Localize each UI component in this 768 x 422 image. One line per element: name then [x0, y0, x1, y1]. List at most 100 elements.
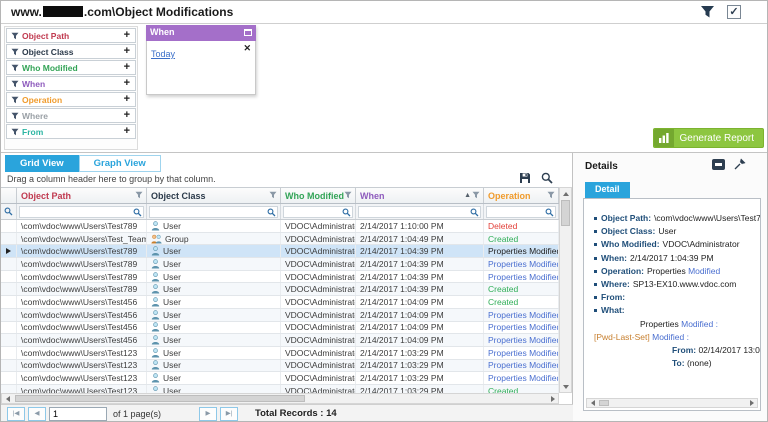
- details-horizontal-scrollbar[interactable]: [586, 398, 758, 408]
- table-row[interactable]: \com\vdoc\www\Users\Test789UserVDOC\Admi…: [1, 245, 559, 258]
- column-header-operation[interactable]: Operation: [484, 188, 559, 203]
- filter-item-operation[interactable]: Operation+: [6, 92, 136, 107]
- cell-when: 2/14/2017 1:03:29 PM: [356, 385, 484, 393]
- cell-object-path: \com\vdoc\www\Users\Test789: [17, 283, 147, 295]
- scroll-right-icon[interactable]: [746, 397, 757, 408]
- bullet-icon: [594, 296, 597, 299]
- first-page-button[interactable]: |◀: [7, 407, 25, 421]
- add-filter-button[interactable]: +: [124, 29, 130, 42]
- filter-item-when[interactable]: When +: [6, 76, 136, 91]
- scroll-left-icon[interactable]: [587, 397, 598, 408]
- scroll-up-icon[interactable]: [560, 188, 571, 199]
- search-icon[interactable]: [541, 172, 553, 184]
- column-filter-input[interactable]: [358, 206, 481, 218]
- add-filter-button[interactable]: +: [124, 77, 130, 90]
- detail-content: Object Path:\com\vdoc\www\Users\Test789O…: [583, 198, 761, 411]
- scroll-down-icon[interactable]: [560, 381, 571, 392]
- add-filter-button[interactable]: +: [124, 93, 130, 106]
- search-icon: [470, 208, 479, 217]
- bullet-icon: [594, 270, 597, 273]
- column-filter-input[interactable]: [486, 206, 556, 218]
- table-row[interactable]: \com\vdoc\www\Users\Test789UserVDOC\Admi…: [1, 220, 559, 233]
- cell-who-modified: VDOC\Administrator: [281, 296, 356, 308]
- table-row[interactable]: \com\vdoc\www\Users\Test456UserVDOC\Admi…: [1, 334, 559, 347]
- grid-vertical-scrollbar[interactable]: [559, 187, 572, 393]
- table-row[interactable]: \com\vdoc\www\Users\Test789UserVDOC\Admi…: [1, 271, 559, 284]
- cell-object-class: User: [147, 334, 281, 346]
- filter-item-from[interactable]: From+: [6, 124, 136, 139]
- page-input[interactable]: [49, 407, 107, 421]
- table-row[interactable]: \com\vdoc\www\Users\Test123UserVDOC\Admi…: [1, 347, 559, 360]
- page-title: www..com\Object Modifications: [11, 5, 233, 19]
- cell-object-path: \com\vdoc\www\Users\Test_Team: [17, 233, 147, 245]
- when-value-link[interactable]: Today: [151, 49, 175, 59]
- select-all-checkbox[interactable]: ✓: [727, 5, 741, 19]
- minimize-icon[interactable]: [712, 159, 725, 170]
- column-filter-input[interactable]: [19, 206, 144, 218]
- tab-detail[interactable]: Detail: [585, 182, 630, 198]
- column-header-object-path[interactable]: Object Path: [17, 188, 147, 203]
- table-row[interactable]: \com\vdoc\www\Users\Test123UserVDOC\Admi…: [1, 360, 559, 373]
- row-selector-cell: [1, 360, 17, 372]
- filter-item-label: Object Class: [22, 47, 74, 57]
- cell-object-class: User: [147, 372, 281, 384]
- generate-report-label: Generate Report: [680, 133, 755, 144]
- filter-icon[interactable]: [700, 5, 715, 19]
- table-row[interactable]: \com\vdoc\www\Users\Test789UserVDOC\Admi…: [1, 258, 559, 271]
- add-filter-button[interactable]: +: [124, 109, 130, 122]
- table-row[interactable]: \com\vdoc\www\Users\Test789UserVDOC\Admi…: [1, 283, 559, 296]
- detail-fields: Object Path:\com\vdoc\www\Users\Test789O…: [594, 212, 754, 318]
- add-filter-button[interactable]: +: [124, 45, 130, 58]
- cell-object-path: \com\vdoc\www\Users\Test123: [17, 347, 147, 359]
- remove-filter-icon[interactable]: ✕: [243, 43, 251, 54]
- generate-report-button[interactable]: Generate Report: [653, 128, 765, 148]
- filter-item-where[interactable]: Where+: [6, 108, 136, 123]
- scroll-right-icon[interactable]: [547, 393, 558, 404]
- cell-object-path: \com\vdoc\www\Users\Test456: [17, 322, 147, 334]
- next-page-button[interactable]: ▶: [199, 407, 217, 421]
- column-header-who-modified[interactable]: Who Modified: [281, 188, 356, 203]
- detail-what-lines: Properties Modified :[Pwd-Last-Set] Modi…: [594, 318, 754, 371]
- bullet-icon: [594, 257, 597, 260]
- pin-icon[interactable]: [733, 157, 747, 171]
- last-page-button[interactable]: ▶|: [220, 407, 238, 421]
- table-row[interactable]: \com\vdoc\www\Users\Test456UserVDOC\Admi…: [1, 296, 559, 309]
- filter-item-object-path[interactable]: Object Path+: [6, 28, 136, 43]
- table-row[interactable]: \com\vdoc\www\Users\Test456UserVDOC\Admi…: [1, 309, 559, 322]
- table-row[interactable]: \com\vdoc\www\Users\Test123UserVDOC\Admi…: [1, 385, 559, 393]
- cell-operation: Properties Modified: [484, 245, 559, 257]
- cell-when: 2/14/2017 1:04:09 PM: [356, 334, 484, 346]
- scrollbar-thumb[interactable]: [561, 200, 570, 226]
- column-header-when[interactable]: When▲: [356, 188, 484, 203]
- filter-item-label: When: [22, 79, 45, 89]
- when-card-title: When: [150, 27, 175, 37]
- group-by-bar[interactable]: Drag a column header here to group by th…: [1, 172, 559, 187]
- column-filter-input[interactable]: [149, 206, 278, 218]
- cell-operation: Properties Modified: [484, 347, 559, 359]
- scrollbar-thumb[interactable]: [599, 400, 609, 406]
- table-row[interactable]: \com\vdoc\www\Users\Test_TeamGroupVDOC\A…: [1, 233, 559, 246]
- cell-object-path: \com\vdoc\www\Users\Test789: [17, 245, 147, 257]
- cell-who-modified: VDOC\Administrator: [281, 258, 356, 270]
- tab-grid-view[interactable]: Grid View: [5, 155, 79, 172]
- row-selector-cell: [1, 258, 17, 270]
- column-filter-input[interactable]: [283, 206, 353, 218]
- prev-page-button[interactable]: ◀: [28, 407, 46, 421]
- add-filter-button[interactable]: +: [124, 125, 130, 138]
- cell-who-modified: VDOC\Administrator: [281, 360, 356, 372]
- detail-field: Object Path:\com\vdoc\www\Users\Test789: [594, 212, 754, 225]
- cell-object-path: \com\vdoc\www\Users\Test456: [17, 309, 147, 321]
- save-icon[interactable]: [519, 172, 531, 184]
- table-row[interactable]: \com\vdoc\www\Users\Test123UserVDOC\Admi…: [1, 372, 559, 385]
- add-filter-button[interactable]: +: [124, 61, 130, 74]
- column-header-object-class[interactable]: Object Class: [147, 188, 281, 203]
- funnel-icon: [11, 96, 19, 104]
- scroll-left-icon[interactable]: [2, 393, 13, 404]
- table-row[interactable]: \com\vdoc\www\Users\Test456UserVDOC\Admi…: [1, 322, 559, 335]
- scrollbar-thumb[interactable]: [15, 395, 305, 402]
- filter-item-who-modified[interactable]: Who Modified+: [6, 60, 136, 75]
- tab-graph-view[interactable]: Graph View: [79, 155, 161, 172]
- filter-item-object-class[interactable]: Object Class +: [6, 44, 136, 59]
- window-icon[interactable]: [244, 29, 252, 36]
- grid-horizontal-scrollbar[interactable]: [1, 393, 559, 404]
